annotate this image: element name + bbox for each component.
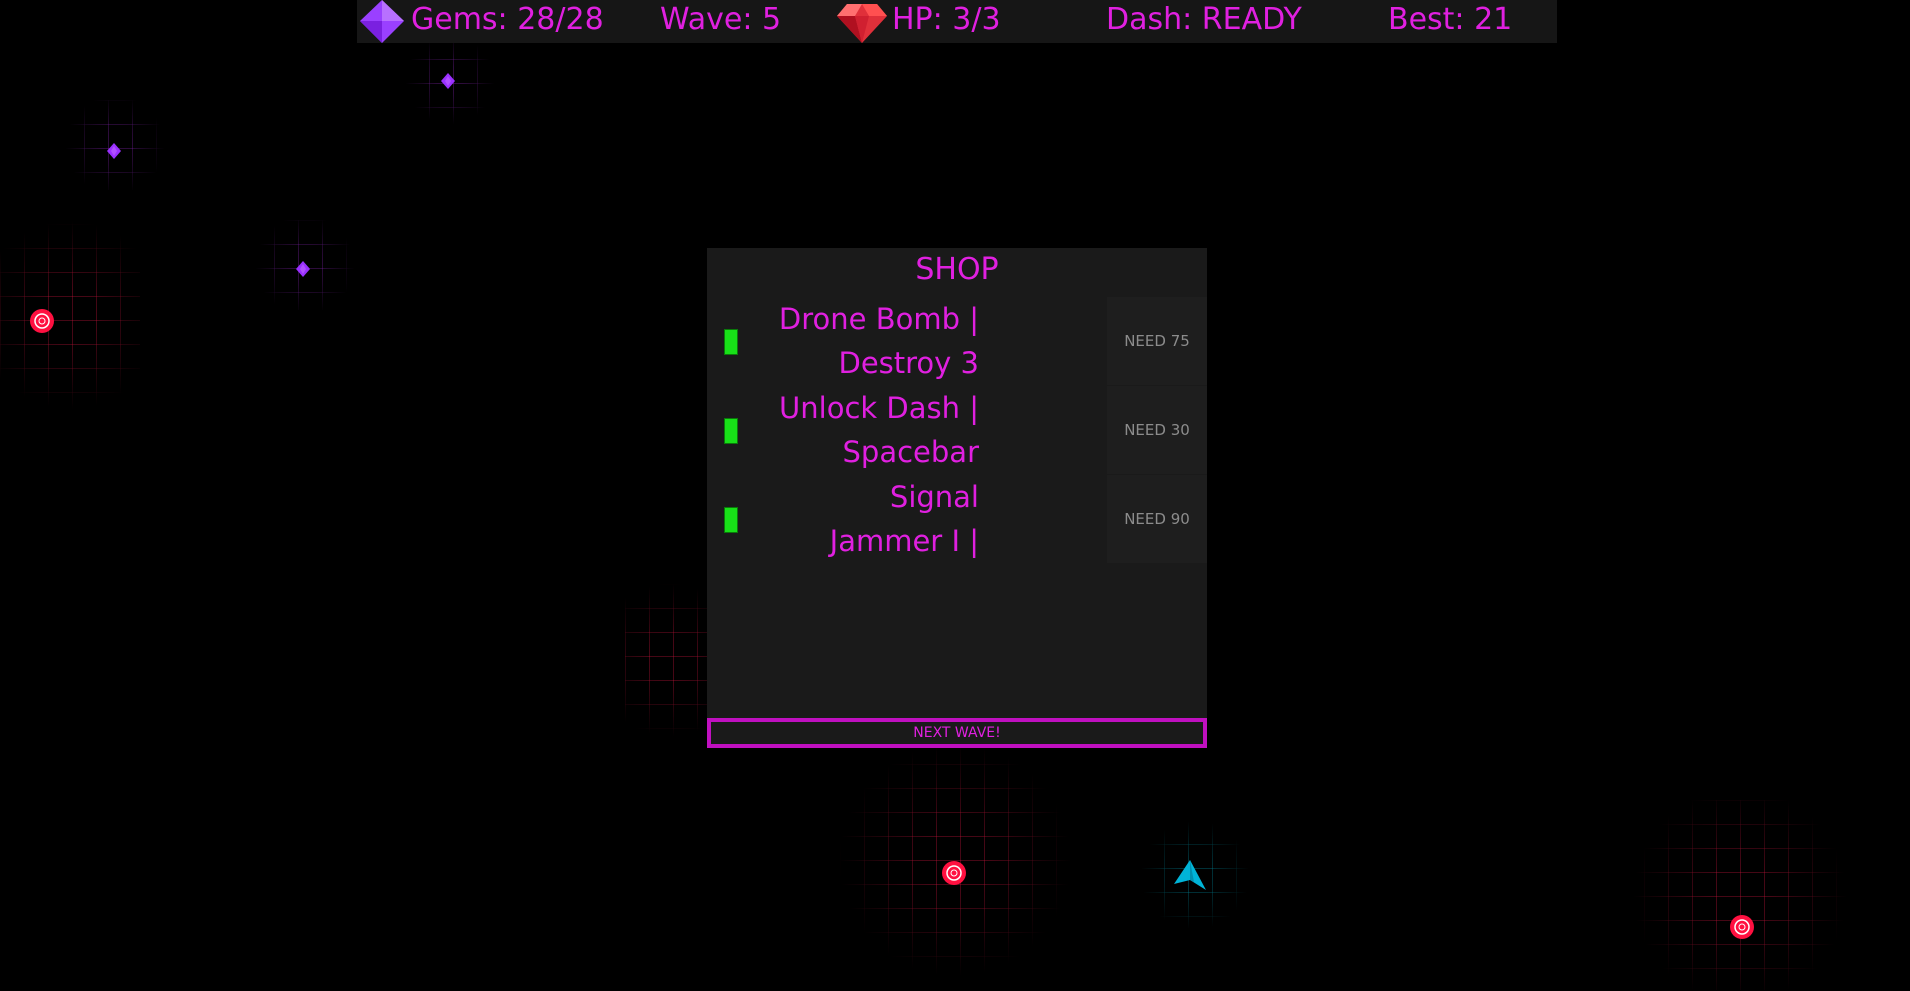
grid-glow — [1620, 800, 1860, 990]
owned-indicator-icon — [724, 507, 738, 533]
shop-item-label: Signal Jammer I | — [829, 480, 979, 558]
shop-item-label: Drone Bomb | Destroy 3 — [778, 302, 979, 380]
dash-status: Dash: READY — [1106, 2, 1302, 37]
gems-counter: Gems: 28/28 — [411, 2, 604, 37]
shop-item-signal-jammer[interactable]: Signal Jammer I | NEED 90 — [707, 475, 1207, 563]
owned-indicator-icon — [724, 418, 738, 444]
enemy-drone-icon — [30, 309, 54, 333]
purple-diamond-icon — [360, 0, 404, 43]
buy-button[interactable]: NEED 90 — [1107, 475, 1207, 563]
shop-item-unlock-dash[interactable]: Unlock Dash | Spacebar NEED 30 — [707, 386, 1207, 474]
shop-item-drone-bomb[interactable]: Drone Bomb | Destroy 3 NEED 75 — [707, 297, 1207, 385]
buy-button[interactable]: NEED 30 — [1107, 386, 1207, 474]
gem-pickup-icon — [441, 73, 455, 89]
shop-item-label: Unlock Dash | Spacebar — [779, 391, 979, 469]
gem-pickup-icon — [296, 261, 310, 277]
game-canvas[interactable]: Gems: 28/28 Wave: 5 HP: 3/3 Dash: READY … — [0, 0, 1910, 991]
hp-counter: HP: 3/3 — [892, 2, 1001, 37]
wave-counter: Wave: 5 — [660, 2, 782, 37]
owned-indicator-icon — [724, 329, 738, 355]
player-ship-icon — [1174, 860, 1206, 890]
grid-glow — [0, 200, 140, 430]
buy-button[interactable]: NEED 75 — [1107, 297, 1207, 385]
shop-panel: SHOP Drone Bomb | Destroy 3 NEED 75 Unlo… — [707, 248, 1207, 748]
best-score: Best: 21 — [1388, 2, 1513, 37]
next-wave-button[interactable]: NEXT WAVE! — [707, 718, 1207, 748]
shop-title: SHOP — [915, 252, 999, 287]
red-gem-icon — [837, 4, 887, 43]
enemy-drone-icon — [1730, 915, 1754, 939]
hud-bar: Gems: 28/28 Wave: 5 HP: 3/3 Dash: READY … — [357, 0, 1557, 43]
enemy-drone-icon — [942, 861, 966, 885]
grid-glow — [625, 560, 715, 760]
gem-pickup-icon — [107, 143, 121, 159]
